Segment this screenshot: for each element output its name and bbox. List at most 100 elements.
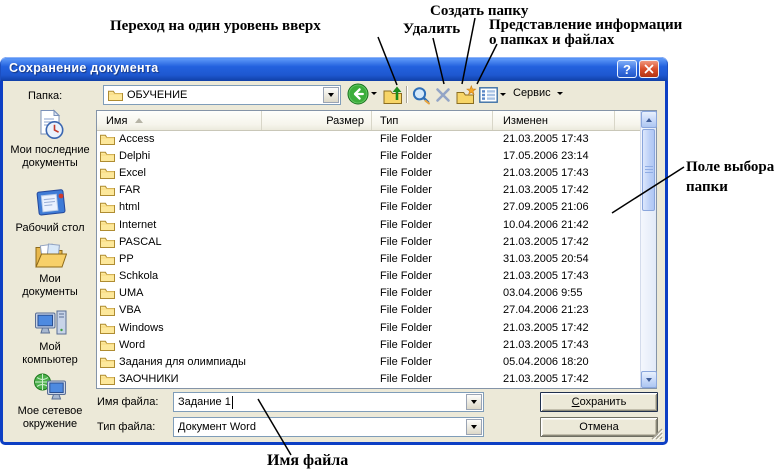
delete-button[interactable]: [433, 86, 453, 104]
file-list-row[interactable]: Excel File Folder 21.03.2005 17:43: [97, 164, 640, 181]
annotation-folder-field-line2: папки: [686, 179, 728, 195]
folder-icon: [100, 306, 115, 317]
annotation-filename: Имя файла: [267, 452, 349, 469]
sidebar-item-desktop[interactable]: Рабочий стол: [8, 185, 92, 236]
file-list-row[interactable]: PASCAL File Folder 21.03.2005 17:42: [97, 233, 640, 250]
file-name-cell: Word: [97, 339, 262, 351]
tools-menu-label: Сервис: [513, 87, 551, 99]
file-type: File Folder: [380, 218, 432, 231]
file-type: File Folder: [380, 356, 432, 369]
folder-combo-dropdown-button[interactable]: [323, 87, 339, 103]
column-header-name[interactable]: Имя: [97, 111, 262, 130]
file-type: File Folder: [380, 270, 432, 283]
sidebar-item-recent-documents[interactable]: Мои последние документы: [8, 108, 92, 171]
search-button[interactable]: [410, 85, 432, 105]
file-list-row[interactable]: Задания для олимпиады File Folder 05.04.…: [97, 353, 640, 370]
back-dropdown-button[interactable]: [371, 92, 377, 95]
sidebar-item-my-documents[interactable]: Мои документы: [8, 237, 92, 300]
file-list-row[interactable]: Delphi File Folder 17.05.2006 23:14: [97, 147, 640, 164]
resize-grip[interactable]: [650, 427, 663, 440]
close-button[interactable]: [639, 60, 659, 78]
file-name: Internet: [119, 218, 157, 231]
cancel-button[interactable]: Отмена: [540, 417, 658, 437]
annotation-views-info-line1: Представление информации: [489, 17, 683, 33]
column-header-type-label: Тип: [380, 114, 399, 127]
filename-dropdown-button[interactable]: [466, 394, 482, 410]
back-icon: [347, 83, 369, 105]
vertical-scrollbar[interactable]: [640, 111, 657, 388]
views-dropdown-button[interactable]: [500, 93, 506, 96]
file-list-row[interactable]: FAR File Folder 21.03.2005 17:42: [97, 182, 640, 199]
file-modified: 21.03.2005 17:42: [503, 184, 589, 197]
annotation-views-info: Представление информации о папках и файл…: [489, 18, 682, 48]
file-modified: 21.03.2005 17:42: [503, 321, 589, 334]
list-header: Имя Размер Тип Изменен: [97, 111, 640, 131]
new-folder-button[interactable]: [455, 85, 477, 105]
folder-icon: [100, 237, 115, 248]
file-name: Windows: [119, 321, 164, 334]
file-list-row[interactable]: html File Folder 27.09.2005 21:06: [97, 199, 640, 216]
column-header-size[interactable]: Размер: [262, 111, 372, 130]
annotation-views-info-line2: о папках и файлах: [489, 32, 615, 48]
sidebar-item-my-computer[interactable]: Мой компьютер: [8, 305, 92, 368]
back-button[interactable]: [347, 83, 369, 105]
folder-icon: [100, 203, 115, 214]
sidebar-item-label: Мои последние документы: [10, 144, 90, 169]
file-list-row[interactable]: Access File Folder 21.03.2005 17:43: [97, 130, 640, 147]
file-list-row[interactable]: Windows File Folder 21.03.2005 17:42: [97, 319, 640, 336]
scroll-up-button[interactable]: [641, 111, 657, 128]
file-name-cell: Delphi: [97, 150, 262, 162]
file-modified: 21.03.2005 17:42: [503, 373, 589, 386]
filetype-dropdown-button[interactable]: [466, 419, 482, 435]
sidebar-item-label: Мое сетевое окружение: [17, 405, 83, 430]
file-name-cell: UMA: [97, 287, 262, 300]
file-list-row[interactable]: UMA File Folder 03.04.2006 9:55: [97, 285, 640, 302]
current-folder-value: ОБУЧЕНИЕ: [127, 89, 188, 101]
my-network-icon: [34, 373, 66, 400]
scroll-down-button[interactable]: [641, 371, 657, 388]
help-button[interactable]: ?: [617, 60, 637, 78]
file-list-row[interactable]: PP File Folder 31.03.2005 20:54: [97, 250, 640, 267]
annotation-up-one-level: Переход на один уровень вверх: [110, 18, 321, 34]
up-one-level-icon: [383, 86, 402, 104]
save-button[interactable]: Сохранить: [540, 392, 658, 412]
dialog-title: Сохранение документа: [9, 61, 159, 75]
sidebar-item-network[interactable]: Мое сетевое окружение: [8, 369, 92, 432]
my-computer-icon: [34, 310, 66, 335]
filetype-select[interactable]: Документ Word: [173, 417, 484, 437]
column-header-type[interactable]: Тип: [372, 111, 493, 130]
folder-icon: [100, 357, 115, 369]
file-name-cell: Internet: [97, 219, 262, 231]
file-list-row[interactable]: ЗАОЧНИКИ File Folder 21.03.2005 17:42: [97, 371, 640, 388]
file-name: FAR: [119, 184, 141, 197]
tools-menu-button[interactable]: Сервис: [513, 87, 563, 99]
file-list-row[interactable]: Word File Folder 21.03.2005 17:43: [97, 336, 640, 353]
folder-icon: [100, 151, 115, 162]
my-documents-icon: [34, 243, 67, 268]
file-list-row[interactable]: Schkola File Folder 21.03.2005 17:43: [97, 268, 640, 285]
file-type: File Folder: [380, 149, 432, 162]
scrollbar-thumb[interactable]: [642, 129, 655, 211]
file-name: VBA: [119, 304, 142, 317]
column-header-modified[interactable]: Изменен: [493, 111, 615, 130]
file-type: File Folder: [380, 201, 432, 214]
file-list-row[interactable]: Internet File Folder 10.04.2006 21:42: [97, 216, 640, 233]
file-name-cell: Schkola: [97, 270, 262, 283]
file-name-cell: Задания для олимпиады: [97, 356, 262, 369]
dialog-titlebar[interactable]: Сохранение документа ?: [0, 57, 668, 81]
sidebar-item-label: Рабочий стол: [15, 222, 85, 234]
filetype-label: Тип файла:: [97, 421, 156, 433]
views-button[interactable]: [478, 86, 498, 103]
file-modified: 10.04.2006 21:42: [503, 218, 589, 231]
file-name-cell: VBA: [97, 304, 262, 317]
filename-input[interactable]: Задание 1: [173, 392, 484, 412]
folder-icon: [100, 254, 115, 265]
up-one-level-button[interactable]: [382, 85, 404, 105]
chevron-down-icon: [556, 91, 563, 95]
folder-combo[interactable]: ОБУЧЕНИЕ: [103, 85, 341, 105]
file-list-row[interactable]: VBA File Folder 27.04.2006 21:23: [97, 302, 640, 319]
folder-icon: [100, 220, 115, 231]
file-name-cell: Windows: [97, 322, 262, 334]
file-name-cell: PASCAL: [97, 236, 262, 248]
filename-label: Имя файла:: [97, 396, 159, 408]
